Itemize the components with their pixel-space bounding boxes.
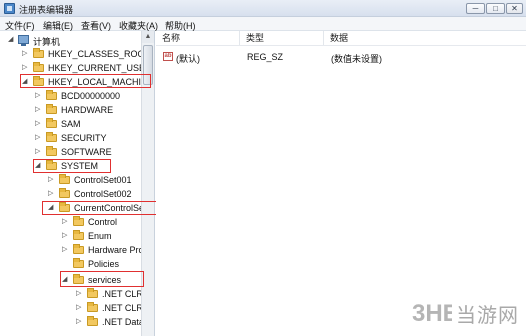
tree-label: BCD00000000	[61, 91, 121, 101]
value-name: (默认)	[176, 54, 200, 64]
highlight-box-system	[33, 159, 111, 173]
window-title: 注册表编辑器	[19, 5, 74, 15]
expand-toggle-icon[interactable]: ▷	[22, 50, 30, 58]
folder-icon	[59, 188, 70, 198]
folder-icon	[73, 244, 84, 254]
column-header-type[interactable]: 类型	[240, 31, 324, 45]
highlight-box-services	[60, 271, 144, 287]
value-type: REG_SZ	[247, 52, 284, 62]
minimize-button[interactable]: ─	[466, 3, 485, 14]
expand-toggle-icon[interactable]: ▷	[35, 92, 43, 100]
expand-toggle-icon[interactable]: ▷	[76, 304, 84, 312]
tree-label: SECURITY	[61, 133, 107, 143]
column-header-data[interactable]: 数据	[324, 31, 524, 45]
folder-icon	[33, 62, 44, 72]
expand-toggle-icon[interactable]: ▷	[22, 64, 30, 72]
folder-icon	[46, 90, 57, 100]
expand-toggle-icon[interactable]: ▷	[48, 190, 56, 198]
value-data: (数值未设置)	[331, 54, 382, 64]
expand-toggle-icon[interactable]: ▷	[35, 134, 43, 142]
list-header: 名称 类型 数据	[156, 31, 526, 46]
expand-toggle-icon[interactable]: ▷	[62, 246, 70, 254]
close-button[interactable]: ✕	[506, 3, 523, 14]
svg-text:3HE: 3HE	[412, 300, 452, 327]
site-watermark: 3HE 当游网	[412, 291, 522, 331]
tree-label: Control	[88, 217, 118, 227]
folder-icon	[73, 216, 84, 226]
expand-toggle-icon[interactable]: ▷	[62, 218, 70, 226]
tree-label: SOFTWARE	[61, 147, 112, 157]
tree-label: Policies	[88, 259, 120, 269]
computer-icon	[18, 35, 29, 46]
tree-label: HKEY_CLASSES_ROOT	[48, 49, 151, 59]
folder-icon	[46, 132, 57, 142]
tree-label: HKEY_CURRENT_USER	[48, 63, 152, 73]
expand-toggle-icon[interactable]: ▷	[35, 120, 43, 128]
expand-toggle-icon[interactable]: ▷	[35, 106, 43, 114]
expand-toggle-icon[interactable]: ▷	[76, 290, 84, 298]
folder-icon	[46, 104, 57, 114]
tree-label: .NET CLR	[102, 289, 143, 299]
tree-label: 计算机	[33, 37, 61, 47]
highlight-box-hklm	[20, 74, 151, 88]
watermark-logo-icon: 3HE	[412, 300, 452, 327]
title-bar: 注册表编辑器 ─ □ ✕	[0, 0, 526, 17]
folder-icon	[87, 302, 98, 312]
highlight-box-currentcontrolset	[42, 201, 160, 215]
watermark-text: 当游网	[456, 305, 519, 327]
tree-label: ControlSet001	[74, 175, 132, 185]
expand-toggle-icon[interactable]: ▷	[76, 318, 84, 326]
expand-toggle-icon[interactable]: ▷	[48, 176, 56, 184]
tree-label: .NET CLR	[102, 303, 143, 313]
folder-icon	[59, 174, 70, 184]
expand-toggle-icon[interactable]: ▷	[62, 232, 70, 240]
tree-label: SAM	[61, 119, 81, 129]
folder-icon	[73, 230, 84, 240]
tree-label: Enum	[88, 231, 112, 241]
regedit-app-icon	[4, 3, 15, 14]
collapse-toggle-icon[interactable]: ◢	[8, 36, 16, 44]
expand-toggle-icon[interactable]: ▷	[35, 148, 43, 156]
maximize-button[interactable]: □	[486, 3, 505, 14]
folder-icon	[46, 118, 57, 128]
menu-bar: 文件(F) 编辑(E) 查看(V) 收藏夹(A) 帮助(H)	[0, 17, 526, 31]
folder-icon	[33, 48, 44, 58]
value-row[interactable]: ab (默认) REG_SZ (数值未设置)	[156, 50, 526, 64]
tree-label: ControlSet002	[74, 189, 132, 199]
folder-icon	[87, 288, 98, 298]
tree-label: HARDWARE	[61, 105, 114, 115]
folder-icon	[73, 258, 84, 268]
folder-icon	[46, 146, 57, 156]
column-header-name[interactable]: 名称	[156, 31, 240, 45]
folder-icon	[87, 316, 98, 326]
tree-label: .NET Data	[102, 317, 144, 327]
string-value-icon: ab	[163, 52, 173, 61]
scroll-up-arrow-icon[interactable]: ▲	[142, 31, 154, 43]
